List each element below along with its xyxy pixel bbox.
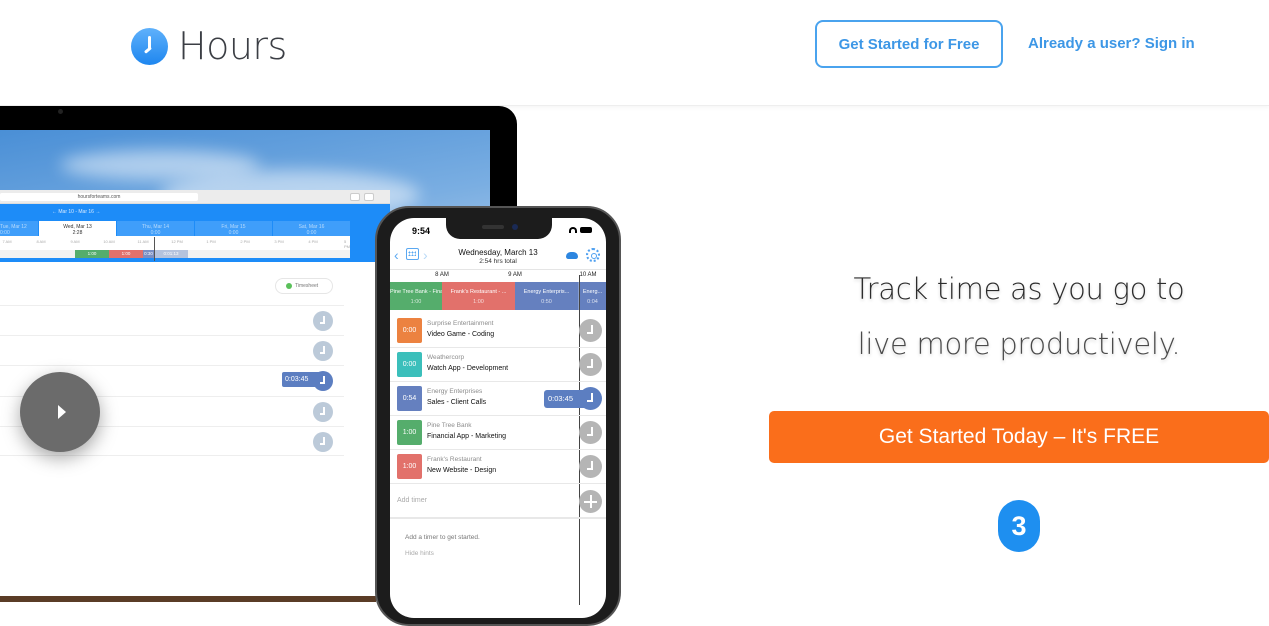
timer-row[interactable]: 1:00 Frank's Restaurant New Website - De… [390,450,606,484]
share-icon[interactable] [350,193,360,201]
timeline-segment[interactable]: Pine Tree Bank - Fina...1:00 [390,282,442,310]
hide-hints-link[interactable]: Hide hints [405,550,434,557]
tick-label: 7 AM [2,239,12,244]
add-timer-input[interactable]: Add timer [397,497,427,504]
clock-icon[interactable] [313,311,333,331]
play-video-button[interactable] [20,372,100,452]
phone-timeline: Pine Tree Bank - Fina...1:00 Frank's Res… [390,282,606,310]
timer-project: New Website - Design [427,467,497,474]
laptop-camera [58,109,63,114]
timer-row[interactable] [0,335,344,365]
wifi-icon [569,227,577,233]
timeline-segment[interactable]: 0:30 [143,250,154,258]
timer-row[interactable]: 0:00 Surprise Entertainment Video Game -… [390,314,606,348]
timer-project: Financial App - Marketing [427,433,506,440]
tick-label: 5 PM [344,239,350,249]
tabs-icon[interactable] [364,193,374,201]
tick-label: 1 PM [206,239,216,244]
site-header: Hours Get Started for Free Already a use… [0,0,1269,106]
timer-client: Weathercorp [427,354,465,361]
status-time: 9:54 [412,226,431,236]
timer-project: Sales - Client Calls [427,399,487,406]
laptop-timeline-bar: 1:00 1:00 0:30 0:01:13 [0,250,350,258]
tick-label: 10 AM [579,272,597,278]
browser-toolbar: hoursforteams.com [0,190,390,204]
tick-label: 2 PM [240,239,250,244]
timer-client: Frank's Restaurant [427,456,482,463]
clock-icon[interactable] [313,371,333,391]
clock-icon[interactable] [313,402,333,422]
timer-row-running[interactable]: 0:54 Energy Enterprises Sales - Client C… [390,382,606,416]
timer-badge: 1:00 [397,420,422,445]
timeline-segment[interactable]: Energy Enterpris... 0:50 [515,282,579,310]
timer-row[interactable] [0,305,344,335]
timeline-segment[interactable]: Frank's Restaurant - ... 1:00 [442,282,515,310]
timeline-segment[interactable]: 0:01:13 [154,250,188,258]
timer-badge: 0:54 [397,386,422,411]
timeline-segment[interactable]: 1:00 [75,250,109,258]
phone-timescale: 8 AM 9 AM 10 AM [390,271,606,281]
timer-project: Watch App - Development [427,365,509,372]
clock-icon[interactable] [313,432,333,452]
battery-icon [580,227,592,233]
step-number-badge: 3 [998,500,1040,552]
clock-icon[interactable] [579,421,602,444]
timesheet-button[interactable]: Timesheet [275,278,333,294]
clock-icon[interactable] [579,387,602,410]
timer-badge: 0:00 [397,352,422,377]
tick-label: 4 PM [308,239,318,244]
timer-row[interactable]: 0:00 Weathercorp Watch App - Development [390,348,606,382]
clock-icon[interactable] [579,353,602,376]
plus-icon[interactable] [579,490,602,513]
clock-icon[interactable] [579,455,602,478]
status-icons [569,227,592,233]
tick-label: 9 AM [508,272,522,278]
phone-mockup: 9:54 ‹ › Wednesday, March 13 2:54 hrs to… [375,206,621,626]
get-started-free-button[interactable]: Get Started for Free [815,20,1003,68]
timer-row[interactable]: 1:00 Pine Tree Bank Financial App - Mark… [390,416,606,450]
phone-nav: ‹ › Wednesday, March 13 2:54 hrs total [390,244,606,270]
clock-icon[interactable] [579,319,602,342]
phone-notch [446,218,552,239]
timer-client: Pine Tree Bank [427,422,472,429]
timer-client: Surprise Entertainment [427,320,494,327]
tick-label: 8 AM [36,239,46,244]
tick-label: 10 AM [103,239,115,244]
hint-text: Add a timer to get started. [405,534,480,541]
timeline-segment[interactable]: Energ... 0:04 [579,282,606,310]
timeline-segment[interactable]: 1:00 [109,250,143,258]
tick-label: 9 AM [70,239,80,244]
timer-badge: 0:00 [397,318,422,343]
phone-total: 2:54 hrs total [479,258,517,265]
timer-badge: 1:00 [397,454,422,479]
headline-line-1: Track time as you go to [853,272,1185,306]
timer-client: Energy Enterprises [427,388,483,395]
tick-label: 11 AM [137,239,149,244]
timer-project: Video Game - Coding [427,331,495,338]
laptop-base [0,596,376,602]
logo-text: Hours [178,24,287,68]
clock-logo-icon [131,27,168,65]
phone-screen: 9:54 ‹ › Wednesday, March 13 2:54 hrs to… [390,218,606,618]
cloud-sync-icon[interactable] [566,252,578,259]
current-time-line [154,237,155,261]
tick-label: 3 PM [274,239,284,244]
add-timer-row[interactable]: Add timer [390,485,606,519]
laptop-timescale: 7 AM 8 AM 9 AM 10 AM 11 AM 12 PM 1 PM 2 … [0,236,350,261]
week-range[interactable]: ← Mar 10 - Mar 16 → [52,209,100,215]
headline-line-2: live more productively. [857,327,1181,361]
logo[interactable]: Hours [131,24,287,68]
get-started-today-button[interactable]: Get Started Today – It's FREE [769,411,1269,463]
gear-icon[interactable] [586,248,600,262]
tick-label: 8 AM [435,272,449,278]
status-dot-icon [286,283,292,289]
url-bar[interactable]: hoursforteams.com [0,193,198,201]
clock-icon[interactable] [313,341,333,361]
sign-in-link[interactable]: Already a user? Sign in [1028,35,1195,52]
tick-label: 12 PM [171,239,183,244]
